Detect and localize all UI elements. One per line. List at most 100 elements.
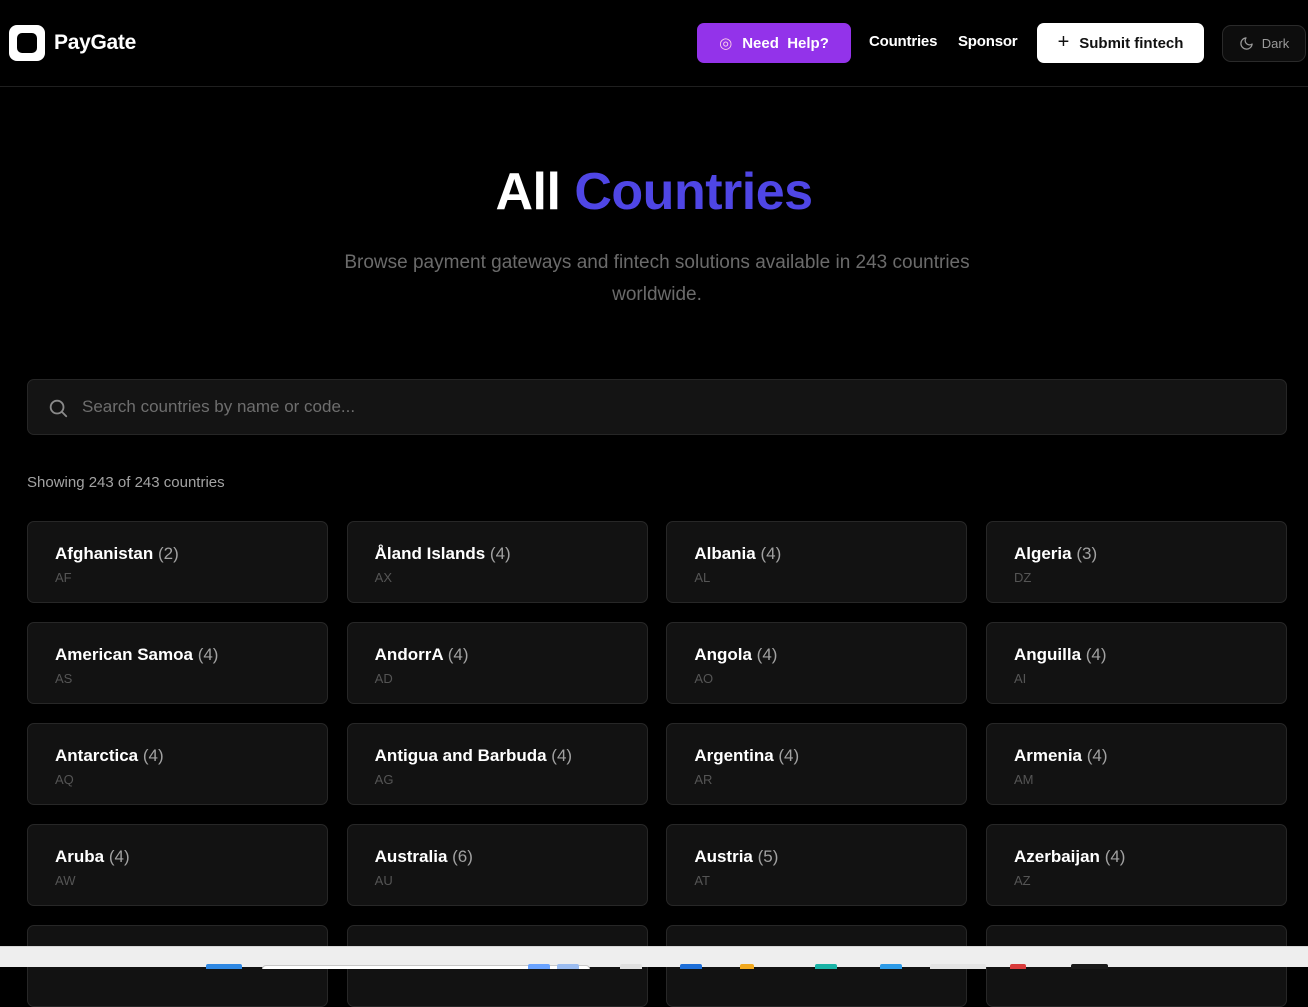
country-name: Anguilla (4)	[1014, 645, 1259, 665]
results-count: Showing 243 of 243 countries	[27, 474, 225, 491]
country-card[interactable]: Anguilla (4) AI	[985, 622, 1287, 704]
gateway-count: (4)	[551, 746, 573, 765]
country-code: AG	[374, 772, 394, 787]
country-card[interactable]: Antarctica (4) AQ	[27, 723, 328, 805]
country-card[interactable]: Algeria (3) DZ	[985, 521, 1287, 603]
country-card[interactable]: Argentina (4) AR	[666, 723, 968, 805]
country-code: AI	[1013, 671, 1027, 686]
country-name-text: Azerbaijan	[1013, 847, 1100, 866]
page-title: All Countries	[0, 162, 1308, 222]
gateway-count: (4)	[778, 746, 800, 765]
country-code: DZ	[1013, 570, 1032, 585]
gateway-count: (4)	[197, 645, 219, 664]
country-name: Albania (4)	[694, 544, 939, 564]
gateway-count: (4)	[489, 544, 511, 563]
country-name-text: Albania	[694, 544, 756, 563]
gateway-count: (2)	[157, 544, 179, 563]
country-name-text: AndorrA	[374, 645, 443, 664]
country-name: Algeria (3)	[1014, 544, 1259, 564]
logo-icon	[9, 25, 45, 61]
plus-icon: +	[1057, 31, 1070, 53]
country-card[interactable]: Australia (6) AU	[346, 824, 648, 906]
country-name: Austria (5)	[694, 847, 939, 867]
brand-name: PayGate	[54, 31, 136, 54]
country-name-text: Antarctica	[55, 746, 139, 765]
page-subtitle: Browse payment gateways and fintech solu…	[344, 252, 970, 305]
page-title-accent: Countries	[574, 163, 813, 221]
country-card[interactable]: AndorrA (4) AD	[346, 622, 648, 704]
country-name-text: Aruba	[55, 847, 105, 866]
country-card[interactable]: Azerbaijan (4) AZ	[985, 824, 1287, 906]
country-name: Aruba (4)	[55, 847, 300, 867]
country-card[interactable]: Aruba (4) AW	[27, 824, 328, 906]
theme-toggle-button[interactable]: Dark	[1222, 25, 1306, 62]
country-code: AD	[374, 671, 393, 686]
theme-label: Dark	[1261, 36, 1290, 51]
gateway-count: (4)	[756, 645, 778, 664]
country-code: AR	[694, 772, 713, 787]
country-code: AU	[374, 873, 393, 888]
moon-icon	[1240, 37, 1253, 50]
os-taskbar	[0, 946, 1308, 969]
gateway-count: (4)	[108, 847, 130, 866]
country-grid: Afghanistan (2) AF Åland Islands (4) AX Alba…	[27, 521, 1287, 1007]
country-card[interactable]: Austria (5) AT	[666, 824, 968, 906]
country-name: Afghanistan (2)	[55, 544, 300, 564]
country-card[interactable]: Albania (4) AL	[666, 521, 968, 603]
country-name: Åland Islands (4)	[375, 544, 620, 564]
country-name: Argentina (4)	[694, 746, 939, 766]
country-code: AX	[374, 570, 392, 585]
search-icon	[49, 399, 68, 418]
country-code: AO	[694, 671, 714, 686]
gateway-count: (6)	[452, 847, 473, 866]
country-name-text: Argentina	[694, 746, 774, 765]
country-name-text: Austria	[694, 847, 753, 866]
country-name-text: Antigua and Barbuda	[374, 746, 547, 765]
country-code: AQ	[55, 772, 74, 787]
country-code: AT	[694, 873, 710, 888]
top-nav: PayGate ◎ Need Help? Countries Sponsor +…	[0, 0, 1308, 87]
country-name: Australia (6)	[375, 847, 620, 867]
submit-fintech-label: Submit fintech	[1079, 34, 1184, 52]
search-bar	[27, 379, 1287, 435]
country-card[interactable]: American Samoa (4) AS	[27, 622, 328, 704]
country-name: Angola (4)	[694, 645, 939, 665]
search-input[interactable]	[82, 380, 1272, 434]
country-name-text: Afghanistan	[55, 544, 154, 563]
country-name: Antarctica (4)	[55, 746, 300, 766]
country-card[interactable]: Angola (4) AO	[666, 622, 968, 704]
country-code: AS	[55, 671, 73, 686]
country-name: Azerbaijan (4)	[1014, 847, 1259, 867]
country-card[interactable]: Afghanistan (2) AF	[27, 521, 328, 603]
submit-fintech-button[interactable]: + Submit fintech	[1037, 23, 1204, 63]
gateway-count: (4)	[142, 746, 164, 765]
country-card[interactable]: Åland Islands (4) AX	[346, 521, 648, 603]
country-name-text: Australia	[374, 847, 448, 866]
country-code: AF	[55, 570, 72, 585]
gateway-count: (4)	[1085, 645, 1107, 664]
target-icon: ◎	[719, 35, 733, 52]
country-name-text: Anguilla	[1013, 645, 1082, 664]
gateway-count: (5)	[757, 847, 779, 866]
country-name: American Samoa (4)	[55, 645, 300, 665]
country-name-text: American Samoa	[55, 645, 193, 664]
need-help-button[interactable]: ◎ Need Help?	[697, 23, 851, 63]
nav-countries-link[interactable]: Countries	[869, 33, 937, 50]
country-name: Armenia (4)	[1014, 746, 1259, 766]
gateway-count: (4)	[1086, 746, 1108, 765]
gateway-count: (4)	[447, 645, 469, 664]
country-name-text: Angola	[694, 645, 752, 664]
gateway-count: (3)	[1076, 544, 1098, 563]
nav-sponsor-link[interactable]: Sponsor	[958, 33, 1018, 50]
country-card[interactable]: Antigua and Barbuda (4) AG	[346, 723, 648, 805]
country-card[interactable]: Armenia (4) AM	[985, 723, 1287, 805]
country-code: AL	[694, 570, 711, 585]
gateway-count: (4)	[760, 544, 782, 563]
country-code: AZ	[1013, 873, 1031, 888]
country-name-text: Armenia	[1013, 746, 1082, 765]
country-name-text: Åland Islands	[374, 544, 486, 563]
page-title-plain: All	[495, 163, 561, 221]
brand-logo[interactable]: PayGate	[9, 25, 136, 61]
gateway-count: (4)	[1104, 847, 1126, 866]
country-code: AW	[55, 873, 76, 888]
